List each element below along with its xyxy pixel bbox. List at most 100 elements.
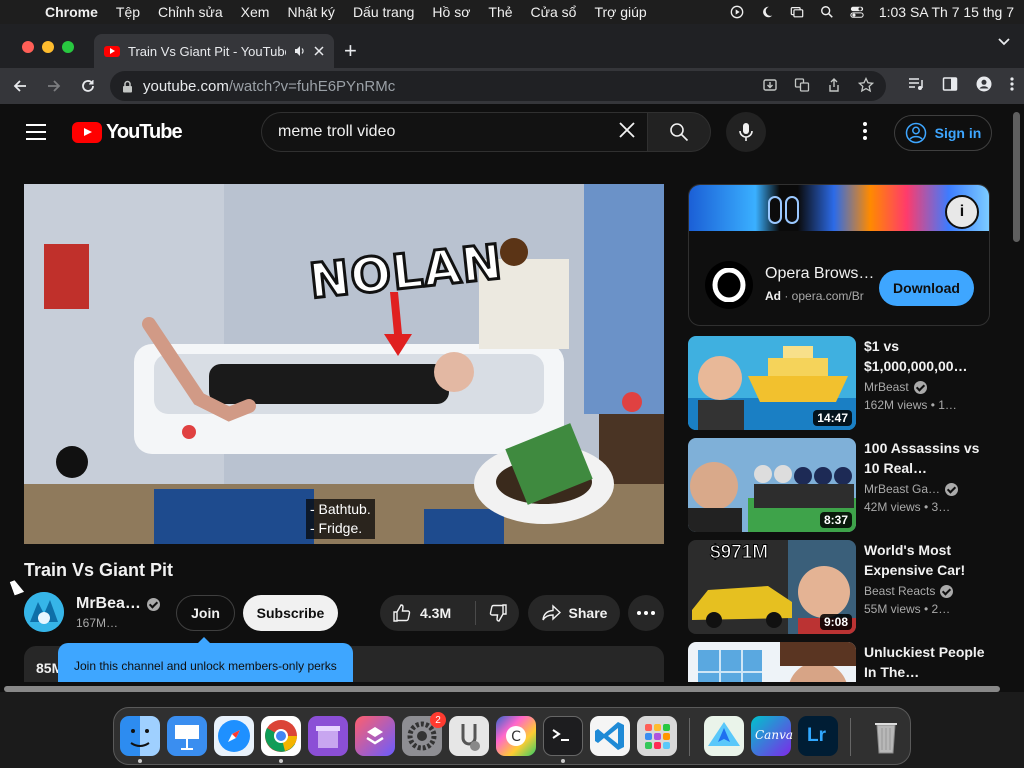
reload-icon[interactable] [80,78,96,94]
spotlight-search-icon[interactable] [819,5,835,19]
chrome-icon[interactable] [261,716,301,756]
forward-arrow-icon[interactable] [46,78,62,94]
control-center-icon[interactable] [849,5,865,19]
recommendation-title[interactable]: Unluckiest People In The… [864,642,990,682]
chrome-menu-icon[interactable] [1010,76,1014,92]
recommendation-item[interactable]: 8:37 100 Assassins vs 10 Real… MrBeast G… [688,438,1008,532]
dislike-button[interactable] [476,603,519,623]
play-circle-icon[interactable] [729,5,745,19]
maps-icon[interactable] [704,716,744,756]
hamburger-menu-icon[interactable] [26,124,46,145]
shortcuts-icon[interactable] [355,716,395,756]
recommendation-title[interactable]: World's Most Expensive Car! [864,540,990,580]
voice-search-button[interactable] [726,112,766,152]
search-input[interactable]: meme troll video [261,112,647,152]
close-tab-icon[interactable] [314,46,324,56]
minimize-window-button[interactable] [42,41,54,53]
opera-logo-icon [705,261,753,309]
media-controls-icon[interactable] [908,76,924,92]
recommendation-channel[interactable]: MrBeast [864,380,927,394]
color-picker-icon[interactable]: C [496,716,536,756]
menu-app-name[interactable]: Chrome [36,4,107,20]
vscode-icon[interactable] [590,716,630,756]
lightroom-icon[interactable]: Lr [798,716,838,756]
canva-icon[interactable]: Canva [751,716,793,756]
ad-card[interactable]: i Opera Brows… Ad · opera.com/Br Downloa… [688,184,990,326]
sign-in-button[interactable]: Sign in [894,115,992,151]
youtube-watch-page: YouTube meme troll video Sign in NOLAN -… [0,104,1010,682]
close-window-button[interactable] [22,41,34,53]
ad-title[interactable]: Opera Brows… [765,265,873,283]
moon-icon[interactable] [759,5,775,19]
recommendation-thumbnail[interactable] [688,642,856,682]
running-indicator [279,759,283,763]
caption-line-1: - Bathtub. [310,501,371,517]
recommendation-item[interactable]: Unluckiest People In The… [688,642,1008,682]
bookmark-star-icon[interactable] [858,77,874,93]
share-button[interactable]: Share [528,595,620,631]
recommendation-thumbnail[interactable]: 8:37 [688,438,856,532]
recommendation-channel[interactable]: MrBeast Ga… [864,482,959,496]
install-app-icon[interactable] [762,77,778,93]
translate-icon[interactable] [794,77,810,93]
recommendation-item[interactable]: $971M 9:08 World's Most Expensive Car! B… [688,540,1008,634]
notification-badge: 2 [430,712,446,728]
address-bar[interactable]: youtube.com/watch?v=fuhE6PYnRMc [110,71,886,101]
new-tab-plus-icon[interactable]: + [344,38,357,64]
menu-bookmarks[interactable]: Dấu trang [344,4,423,20]
menu-view[interactable]: Xem [232,4,279,20]
recommendation-title[interactable]: $1 vs $1,000,000,00… [864,336,990,376]
menu-profiles[interactable]: Hồ sơ [423,4,479,20]
menu-tab[interactable]: Thẻ [479,4,521,20]
zoom-window-button[interactable] [62,41,74,53]
terminal-icon[interactable] [543,716,583,756]
archive-app-icon[interactable] [308,716,348,756]
trash-icon[interactable] [866,716,906,756]
safari-icon[interactable] [214,716,254,756]
subscribe-button[interactable]: Subscribe [243,595,338,631]
side-panel-icon[interactable] [942,76,958,92]
profile-icon[interactable] [976,76,992,92]
recommendation-thumbnail[interactable]: 14:47 [688,336,856,430]
download-button[interactable]: Download [879,270,974,306]
youtube-logo[interactable]: YouTube [72,121,183,144]
channel-name[interactable]: MrBea… [76,595,160,613]
recommendation-channel[interactable]: Beast Reacts [864,584,954,598]
page-scrollbar[interactable] [1010,104,1024,682]
recommendation-thumbnail[interactable]: $971M 9:08 [688,540,856,634]
recommendation-item[interactable]: 14:47 $1 vs $1,000,000,00… MrBeast 162M … [688,336,1008,430]
menu-window[interactable]: Cửa sổ [522,4,586,20]
tab-search-chevron-icon[interactable] [998,38,1010,46]
channel-avatar[interactable] [24,592,64,632]
more-actions-icon[interactable] [628,595,664,631]
like-button[interactable]: 4.3M [380,601,476,625]
clear-search-icon[interactable] [617,120,637,140]
menu-edit[interactable]: Chỉnh sửa [149,4,232,20]
thumbnail-price-text: $971M [709,542,769,564]
ad-info-icon[interactable]: i [945,195,979,229]
recommendation-meta: 55M views • 2… [864,602,951,616]
browser-tab-active[interactable]: Train Vs Giant Pit - YouTube [94,34,334,68]
menu-file[interactable]: Tệp [107,4,149,20]
audio-playing-icon[interactable] [294,45,306,57]
back-arrow-icon[interactable] [12,78,28,94]
menubar-clock[interactable]: 1:03 SA Th 7 15 thg 7 [879,4,1014,20]
finder-icon[interactable] [120,716,160,756]
search-icon [670,123,689,142]
join-button[interactable]: Join [176,595,235,631]
search-button[interactable] [647,112,711,152]
ad-banner-image[interactable]: i [689,185,989,231]
menu-help[interactable]: Trợ giúp [585,4,655,20]
system-settings-icon[interactable]: 2 [402,712,446,756]
share-page-icon[interactable] [826,77,842,93]
keynote-icon[interactable] [167,716,207,756]
screen-mirror-icon[interactable] [789,5,805,19]
launchpad-icon[interactable] [637,716,677,756]
recommendation-title[interactable]: 100 Assassins vs 10 Real… [864,438,990,478]
disk-utility-icon[interactable] [449,716,489,756]
scrollbar-thumb[interactable] [1013,112,1020,242]
menu-history[interactable]: Nhật ký [278,4,343,20]
video-player[interactable]: NOLAN - Bathtub. - Fridge. [24,184,664,544]
lock-icon[interactable] [122,80,133,93]
settings-kebab-icon[interactable] [858,122,872,140]
